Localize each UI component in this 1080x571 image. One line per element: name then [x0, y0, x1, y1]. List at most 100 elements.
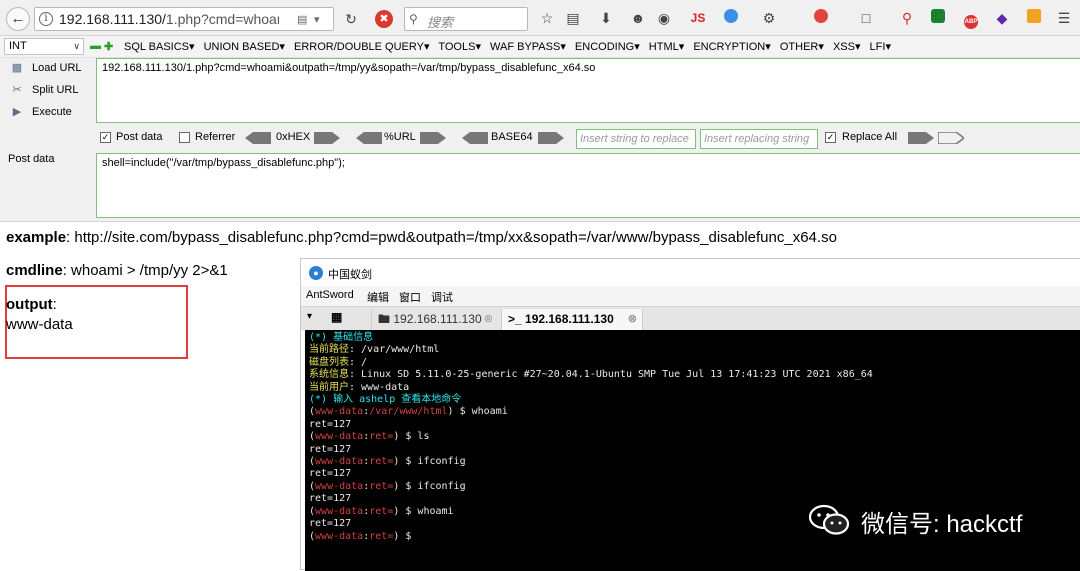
download-icon[interactable]: ⬇: [597, 9, 615, 27]
base64-decode-arrow-icon[interactable]: [462, 132, 488, 144]
url-textarea[interactable]: 192.168.111.130/1.php?cmd=whoami&outpath…: [96, 58, 1080, 123]
antsword-menubar: AntSword 编辑 窗口 调试: [301, 286, 1080, 306]
post-data-field-label: Post data: [8, 153, 55, 165]
gear-icon[interactable]: ⚙: [760, 9, 778, 27]
antsword-titlebar: ● 中国蚁剑: [301, 259, 1080, 286]
execute-button[interactable]: ▶ Execute: [8, 103, 72, 121]
post-data-checkbox[interactable]: ✓: [100, 132, 111, 143]
tab-terminal[interactable]: >_ 192.168.111.130 ⊗: [501, 309, 643, 331]
hackbar-menu: SQL BASICS▾ UNION BASED▾ ERROR/DOUBLE QU…: [124, 40, 897, 53]
back-arrow-icon[interactable]: ←: [6, 7, 30, 31]
term-cmd: $ ls: [399, 431, 430, 443]
menu-debug[interactable]: 调试: [431, 289, 453, 305]
load-url-label: Load URL: [32, 62, 82, 74]
term-ret: ret=127: [309, 518, 352, 530]
plus-icon[interactable]: ✚: [104, 40, 113, 53]
term-user-value: : www-data: [349, 381, 410, 393]
term-ret: ret=127: [309, 493, 352, 505]
url-encode-arrow-icon[interactable]: [420, 132, 446, 144]
menu-encryption[interactable]: ENCRYPTION▾: [693, 41, 770, 53]
menu-waf-bypass[interactable]: WAF BYPASS▾: [490, 41, 566, 53]
term-prompt-ret: ret=: [369, 530, 394, 542]
cube-icon[interactable]: ◆: [993, 9, 1011, 27]
tab-home-icon[interactable]: ▾: [307, 311, 317, 323]
base64-encode-arrow-icon[interactable]: [538, 132, 564, 144]
antsword-logo-icon: ●: [309, 266, 323, 280]
tab-grid-icon[interactable]: ▦: [331, 310, 342, 324]
star-icon[interactable]: ☆: [538, 9, 556, 27]
menu-html[interactable]: HTML▾: [649, 41, 684, 53]
hex-encode-arrow-icon[interactable]: [314, 132, 340, 144]
term-prompt-ret: ret=: [369, 431, 394, 443]
close-icon[interactable]: ⊗: [484, 309, 493, 329]
example-label: example: [6, 229, 67, 246]
menu-antsword[interactable]: AntSword: [306, 289, 354, 301]
search-placeholder: 搜索: [427, 15, 454, 30]
play-icon: ▶: [12, 106, 22, 118]
close-icon[interactable]: ⊗: [628, 309, 637, 329]
replace-outline-arrow-icon[interactable]: [938, 132, 964, 144]
referrer-checkbox[interactable]: [179, 132, 190, 143]
term-disk-value: : /: [349, 356, 368, 368]
ghost-icon[interactable]: ☻: [629, 9, 647, 27]
type-select[interactable]: INT ∨: [4, 38, 84, 55]
insert-string-input[interactable]: Insert string to replace: [576, 129, 696, 149]
post-data-textarea[interactable]: shell=include("/var/tmp/bypass_disablefu…: [96, 153, 1080, 218]
dropdown-icon[interactable]: ▾: [314, 13, 328, 26]
abp-icon[interactable]: ABP: [962, 9, 980, 29]
ie-tab-icon[interactable]: [722, 9, 740, 27]
url-path: 1.php?cmd=whoami&: [165, 11, 279, 27]
globe-icon[interactable]: ◉: [655, 9, 673, 27]
menu-edit[interactable]: 编辑: [367, 289, 389, 305]
output-colon: :: [52, 296, 57, 313]
term-cmd: $ ifconfig: [399, 456, 466, 468]
hex-decode-arrow-icon[interactable]: [245, 132, 271, 144]
term-prompt-user: www-data: [315, 406, 364, 418]
term-sys-label: 系统信息: [309, 369, 349, 381]
referrer-label: Referrer: [195, 131, 236, 143]
base64-label: BASE64: [491, 131, 533, 143]
metro-icon[interactable]: [1025, 9, 1043, 27]
menu-tools[interactable]: TOOLS▾: [438, 41, 481, 53]
shield-icon[interactable]: [929, 9, 947, 27]
wechat-watermark: 微信号: hackctf: [808, 500, 1068, 540]
menu-sql-basics[interactable]: SQL BASICS▾: [124, 41, 195, 53]
example-value: : http://site.com/bypass_disablefunc.php…: [66, 229, 837, 246]
replacing-string-input[interactable]: Insert replacing string: [700, 129, 818, 149]
reload-icon[interactable]: ↻: [340, 7, 362, 31]
term-prompt-path: /var/www/html: [369, 406, 448, 418]
replace-arrow-icon[interactable]: [908, 132, 934, 144]
info-icon[interactable]: i: [39, 12, 53, 26]
replace-all-checkbox[interactable]: ✓: [825, 132, 836, 143]
page-icon[interactable]: □: [857, 9, 875, 27]
term-prompt-user: www-data: [315, 505, 364, 517]
extension-icon[interactable]: [812, 9, 830, 27]
monitor-icon[interactable]: ▤: [297, 13, 311, 26]
term-cmd: $ ifconfig: [399, 480, 466, 492]
output-label: output: [6, 296, 53, 313]
menu-error-double-query[interactable]: ERROR/DOUBLE QUERY▾: [294, 41, 430, 53]
js-icon[interactable]: JS: [689, 9, 707, 27]
stop-icon[interactable]: ✖: [375, 10, 393, 28]
url-decode-arrow-icon[interactable]: [356, 132, 382, 144]
menu-other[interactable]: OTHER▾: [780, 41, 824, 53]
menu-window[interactable]: 窗口: [399, 289, 421, 305]
address-bar[interactable]: i 192.168.111.130/1.php?cmd=whoami& ▤ ▾: [34, 7, 334, 31]
term-prompt-ret: ret=: [369, 456, 394, 468]
wechat-icon: [808, 504, 850, 535]
menu-icon[interactable]: ☰: [1055, 9, 1073, 27]
antsword-title: 中国蚁剑: [328, 269, 372, 281]
split-url-button[interactable]: ✂ Split URL: [8, 81, 78, 99]
menu-lfi[interactable]: LFI▾: [870, 41, 891, 53]
zoom-icon[interactable]: ⚲: [898, 9, 916, 27]
menu-union-based[interactable]: UNION BASED▾: [204, 41, 285, 53]
menu-encoding[interactable]: ENCODING▾: [575, 41, 640, 53]
menu-xss[interactable]: XSS▾: [833, 41, 861, 53]
load-url-button[interactable]: ▩ Load URL: [8, 59, 82, 77]
minus-icon[interactable]: ▬: [90, 40, 101, 52]
search-bar[interactable]: ⚲ 搜索: [404, 7, 528, 31]
address-text[interactable]: 192.168.111.130/1.php?cmd=whoami&: [59, 11, 279, 27]
reader-icon[interactable]: ▤: [564, 9, 582, 27]
cmdline-line: cmdline: whoami > /tmp/yy 2>&1: [6, 262, 228, 279]
tab-filemanager[interactable]: 🖿 192.168.111.130 ⊗: [371, 309, 498, 331]
